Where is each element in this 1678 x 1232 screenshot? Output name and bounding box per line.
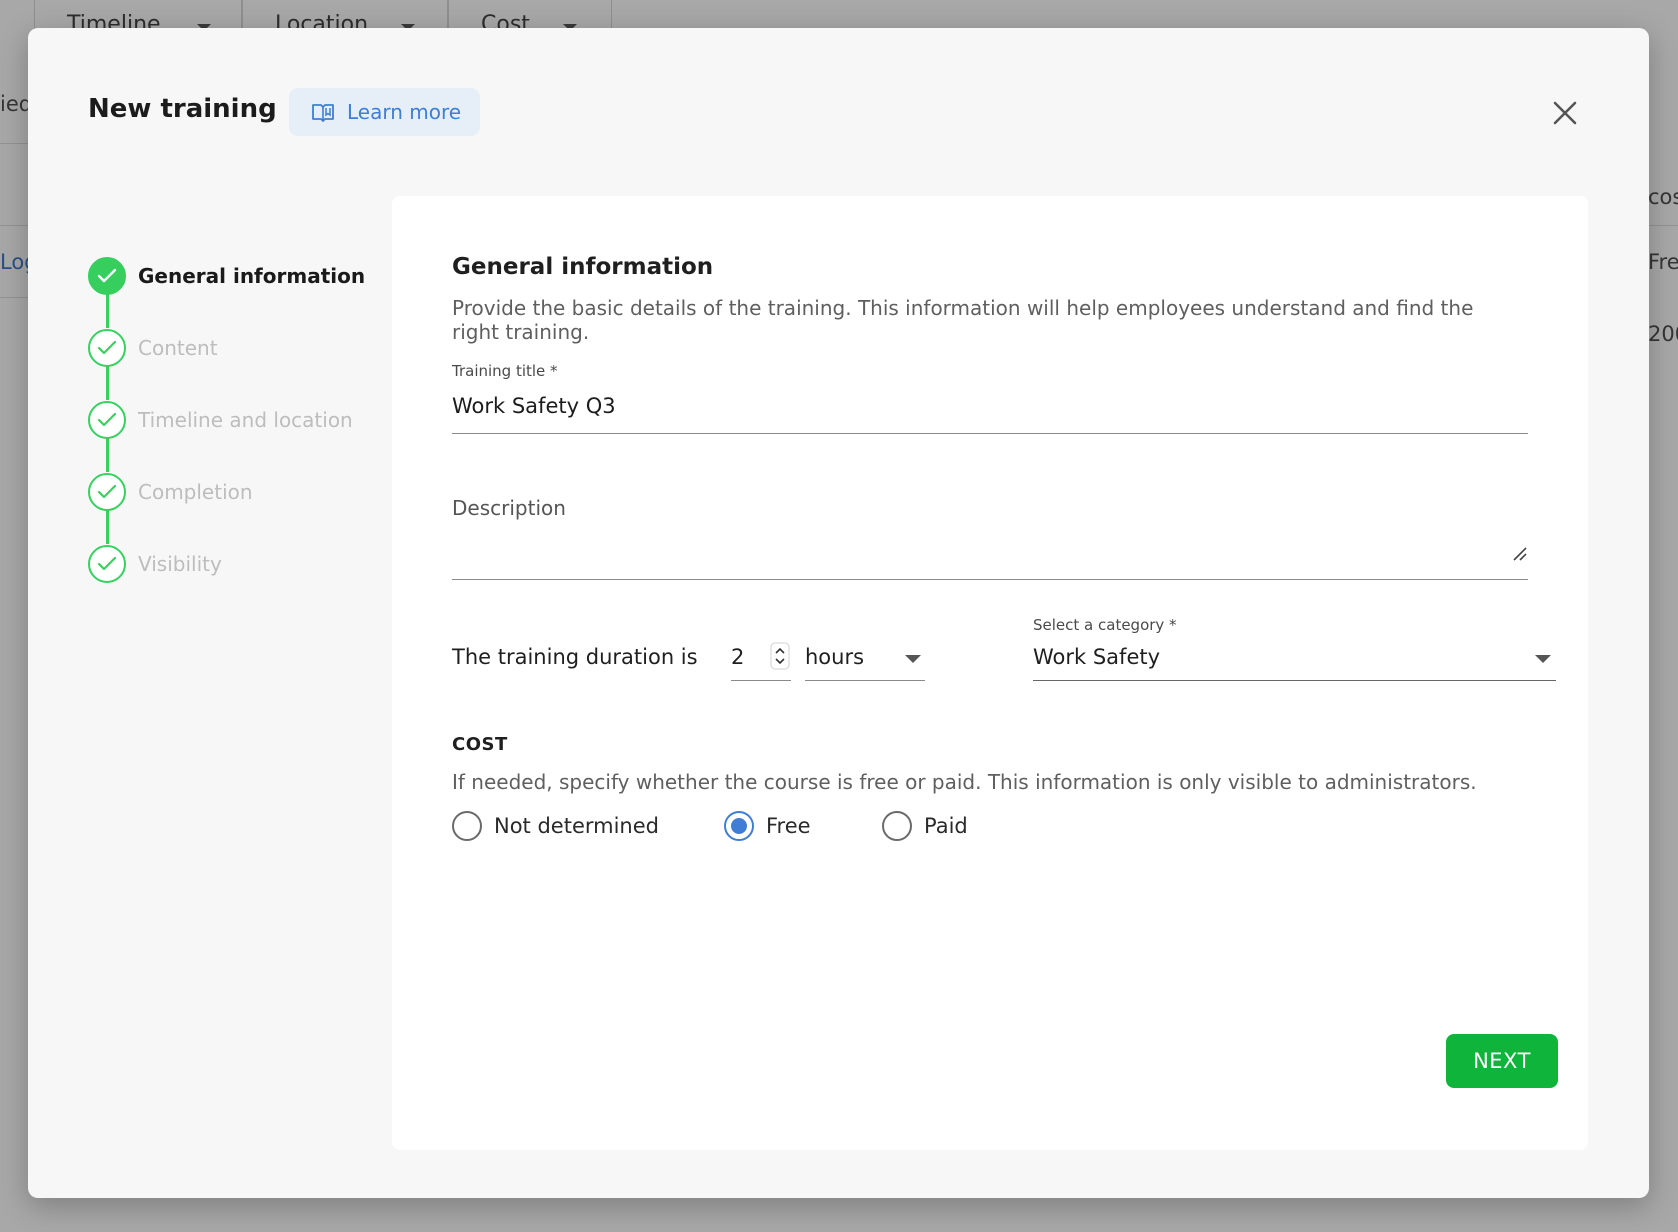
section-title: General information [452, 254, 714, 280]
radio-circle[interactable] [882, 811, 912, 841]
step-check-circle [88, 329, 126, 367]
radio-free[interactable]: Free [724, 810, 811, 842]
step-visibility[interactable]: Visibility [88, 544, 222, 584]
bg-divider [1648, 225, 1678, 226]
radio-circle[interactable] [724, 811, 754, 841]
step-content[interactable]: Content [88, 328, 218, 368]
radio-circle[interactable] [452, 811, 482, 841]
step-label: Completion [138, 480, 253, 504]
step-connector [106, 294, 109, 328]
learn-more-label: Learn more [347, 100, 462, 124]
cost-description: If needed, specify whether the course is… [452, 770, 1477, 794]
new-training-modal: New training Learn more General informat… [28, 28, 1649, 1198]
bg-divider [0, 143, 30, 144]
chevron-down-icon[interactable] [1535, 655, 1551, 663]
book-icon [312, 104, 334, 122]
check-icon [97, 340, 117, 355]
step-timeline-and-location[interactable]: Timeline and location [88, 400, 353, 440]
check-icon [97, 412, 117, 427]
step-check-circle [88, 473, 126, 511]
cost-title: COST [452, 734, 508, 755]
step-label: Visibility [138, 552, 222, 576]
resize-grip-icon[interactable] [1512, 546, 1528, 562]
step-connector [106, 510, 109, 544]
duration-unit-underline [805, 680, 925, 681]
step-check-circle [88, 257, 126, 295]
check-icon [97, 484, 117, 499]
duration-input[interactable]: 2 [731, 645, 744, 669]
step-connector [106, 366, 109, 400]
step-completion[interactable]: Completion [88, 472, 253, 512]
category-underline [1033, 680, 1556, 681]
section-description: Provide the basic details of the trainin… [452, 296, 1474, 344]
duration-underline [731, 680, 791, 681]
bg-divider [0, 297, 30, 298]
category-label: Select a category * [1033, 616, 1177, 634]
radio-selected-dot [731, 818, 747, 834]
training-title-label: Training title * [452, 362, 558, 380]
category-select[interactable]: Work Safety [1033, 645, 1160, 669]
step-general-information[interactable]: General information [88, 256, 365, 296]
modal-title: New training [88, 94, 277, 124]
step-connector [106, 438, 109, 472]
chevron-down-icon[interactable] [905, 655, 921, 663]
description-field[interactable]: Description [452, 496, 566, 520]
step-label: Timeline and location [138, 408, 353, 432]
bg-text-fragment: Fre [1648, 250, 1678, 274]
bg-text-fragment: 200 [1648, 322, 1678, 346]
step-check-circle [88, 401, 126, 439]
radio-paid[interactable]: Paid [882, 810, 968, 842]
check-icon [97, 268, 117, 283]
description-underline [452, 579, 1528, 580]
number-spinner-icon[interactable] [770, 642, 790, 670]
step-label: Content [138, 336, 218, 360]
check-icon [97, 556, 117, 571]
duration-unit-select[interactable]: hours [805, 645, 864, 669]
step-check-circle [88, 545, 126, 583]
radio-label: Free [766, 814, 811, 838]
form-card: General information Provide the basic de… [392, 196, 1588, 1150]
training-title-input[interactable]: Work Safety Q3 [452, 394, 616, 418]
radio-label: Paid [924, 814, 968, 838]
learn-more-button[interactable]: Learn more [289, 88, 480, 136]
bg-divider [0, 225, 30, 226]
radio-not-determined[interactable]: Not determined [452, 810, 659, 842]
next-button[interactable]: NEXT [1446, 1034, 1558, 1088]
duration-prefix: The training duration is [452, 645, 698, 669]
step-label: General information [138, 264, 366, 288]
training-title-underline [452, 433, 1528, 434]
radio-label: Not determined [494, 814, 659, 838]
bg-text-fragment: cos [1648, 185, 1678, 209]
close-icon[interactable] [1550, 98, 1580, 128]
